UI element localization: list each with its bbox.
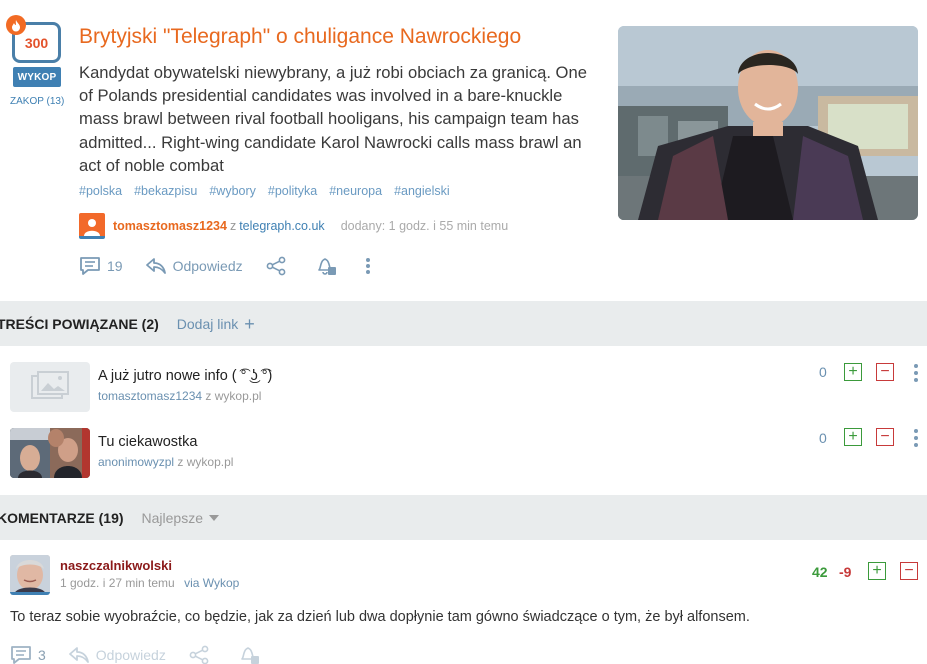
related-from: z wykop.pl: [205, 389, 262, 403]
reply-button[interactable]: Odpowiedz: [145, 257, 243, 275]
tag[interactable]: #neuropa: [329, 184, 382, 198]
upvote-button[interactable]: +: [844, 363, 862, 381]
reply-icon: [145, 258, 166, 274]
related-score: 0: [819, 430, 827, 446]
avatar[interactable]: [10, 555, 50, 595]
comments-section-header: KOMENTARZE (19) Najlepsze: [0, 495, 927, 540]
tag-list: #polska #bekazpisu #wybory #polityka #ne…: [79, 184, 450, 198]
kebab-icon[interactable]: [913, 364, 919, 382]
article-actions: 19 Odpowiedz: [79, 254, 393, 278]
source-prefix: z: [229, 219, 237, 233]
related-label: TREŚCI POWIĄZANE (2): [0, 315, 159, 332]
sort-dropdown[interactable]: Najlepsze: [141, 509, 220, 526]
comment-minus-score: -9: [839, 564, 852, 580]
bell-icon: [317, 258, 336, 275]
score-value: 300: [24, 34, 49, 51]
share-icon: [266, 256, 286, 276]
sort-label: Najlepsze: [141, 509, 204, 526]
tag[interactable]: #polityka: [268, 184, 317, 198]
related-user[interactable]: tomasztomasz1234: [98, 389, 202, 403]
bell-icon: [241, 647, 259, 664]
downvote-button[interactable]: −: [876, 363, 894, 381]
tag[interactable]: #polska: [79, 184, 122, 198]
related-item: A już jutro nowe info ( ͡° ͜ʖ ͡°) tomasz…: [0, 362, 927, 414]
kebab-icon[interactable]: [913, 429, 919, 447]
observe-button[interactable]: [315, 255, 343, 277]
comments-count: 19: [107, 258, 123, 274]
comment-icon: [80, 257, 100, 275]
comment-reply-label: Odpowiedz: [95, 647, 166, 663]
downvote-button[interactable]: −: [876, 428, 894, 446]
article-thumbnail[interactable]: [618, 26, 918, 220]
related-user[interactable]: anonimowyzpl: [98, 455, 174, 469]
tag[interactable]: #bekazpisu: [134, 184, 197, 198]
related-from: z wykop.pl: [177, 455, 234, 469]
reply-icon: [68, 647, 89, 663]
more-options-button[interactable]: [365, 258, 371, 274]
author-avatar[interactable]: [79, 213, 105, 239]
comment-via[interactable]: via Wykop: [184, 576, 239, 590]
plus-icon: +: [244, 313, 255, 334]
comment-actions: 3 Odpowiedz: [10, 643, 288, 664]
kebab-icon: [365, 258, 371, 274]
zakop-button[interactable]: ZAKOP (13): [10, 96, 64, 107]
comment-icon: [11, 646, 31, 664]
tag[interactable]: #angielski: [394, 184, 450, 198]
related-score: 0: [819, 364, 827, 380]
comment-share-button[interactable]: [188, 645, 216, 664]
related-title[interactable]: Tu ciekawostka: [98, 434, 197, 450]
article-description: Kandydat obywatelski niewybrany, a już r…: [79, 63, 587, 175]
related-meta: anonimowyzpl z wykop.pl: [98, 455, 233, 469]
comment-downvote-button[interactable]: −: [900, 562, 918, 580]
upvote-button[interactable]: +: [844, 428, 862, 446]
author-row: tomasztomasz1234 z telegraph.co.uk dodan…: [79, 211, 508, 241]
related-meta: tomasztomasz1234 z wykop.pl: [98, 389, 261, 403]
comment-body: To teraz sobie wyobraźcie, co będzie, ja…: [10, 609, 750, 625]
related-title[interactable]: A już jutro nowe info ( ͡° ͜ʖ ͡°): [98, 368, 272, 384]
article-title[interactable]: Brytyjski "Telegraph" o chuligance Nawro…: [79, 25, 521, 49]
comments-label: KOMENTARZE (19): [0, 509, 124, 526]
related-item: Tu ciekawostka anonimowyzpl z wykop.pl 0…: [0, 428, 927, 480]
added-time: dodany: 1 godz. i 55 min temu: [340, 219, 509, 233]
comment-replies-count: 3: [38, 647, 46, 663]
comment-upvote-button[interactable]: +: [868, 562, 886, 580]
related-section-header: TREŚCI POWIĄZANE (2) Dodaj link +: [0, 301, 927, 346]
author-name[interactable]: tomasztomasz1234: [113, 219, 227, 233]
tag[interactable]: #wybory: [209, 184, 256, 198]
comment-replies-button[interactable]: 3: [10, 645, 46, 664]
chevron-down-icon: [209, 514, 220, 521]
comment-plus-score: 42: [812, 564, 828, 580]
comments-button[interactable]: 19: [79, 256, 123, 276]
share-icon: [189, 645, 209, 664]
comment-observe-button[interactable]: [238, 644, 266, 664]
fire-icon: [6, 15, 26, 35]
comment-author[interactable]: naszczalnikwolski: [60, 558, 172, 573]
related-thumbnail[interactable]: [10, 428, 90, 478]
share-button[interactable]: [265, 256, 293, 276]
add-link-button[interactable]: Dodaj link +: [177, 315, 255, 333]
reply-label: Odpowiedz: [172, 258, 243, 274]
placeholder-image-icon[interactable]: [10, 362, 90, 412]
wykop-button[interactable]: WYKOP: [13, 67, 61, 87]
comment-reply-button[interactable]: Odpowiedz: [68, 646, 166, 664]
comment-meta: 1 godz. i 27 min temu via Wykop: [60, 576, 239, 590]
comment-time: 1 godz. i 27 min temu: [60, 576, 175, 590]
source-link[interactable]: telegraph.co.uk: [239, 219, 324, 233]
add-link-label: Dodaj link: [176, 315, 239, 332]
